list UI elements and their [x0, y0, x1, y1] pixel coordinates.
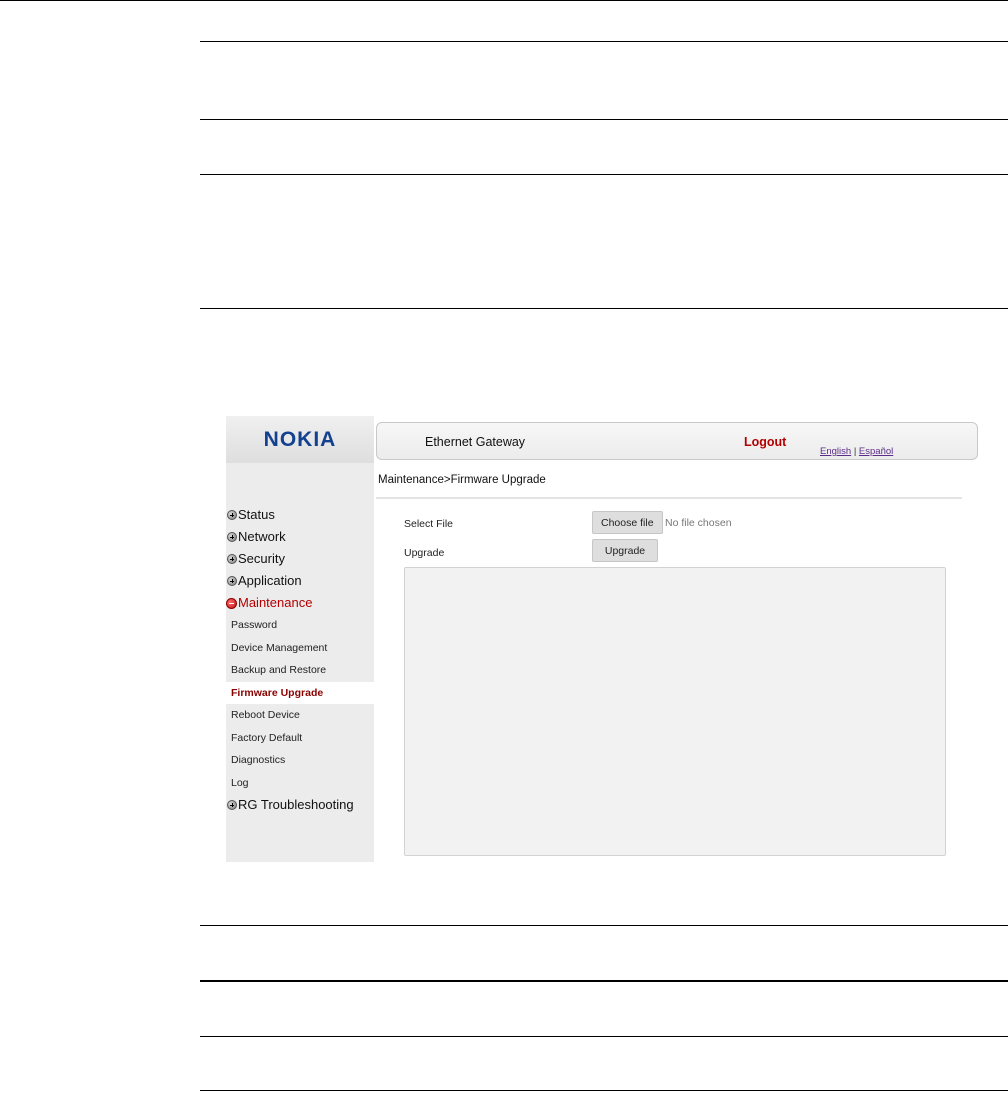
sidebar-nav: Status Network Security Application Main… [226, 504, 374, 816]
sidebar-item-security[interactable]: Security [226, 548, 374, 570]
sidebar-subitem-diagnostics[interactable]: Diagnostics [226, 749, 374, 772]
header-bar: Ethernet Gateway Logout English | Españo… [376, 422, 978, 460]
sidebar-item-label: Network [238, 529, 286, 544]
doc-rule [200, 1036, 1008, 1037]
expand-plus-icon [227, 510, 237, 520]
sidebar-item-network[interactable]: Network [226, 526, 374, 548]
doc-rule [200, 41, 1008, 42]
sidebar-item-label: Application [238, 573, 302, 588]
upgrade-button[interactable]: Upgrade [592, 539, 658, 562]
doc-rule [200, 119, 1008, 120]
sidebar-item-maintenance[interactable]: Maintenance [226, 592, 374, 614]
expand-plus-icon [227, 532, 237, 542]
sidebar-item-label: Status [238, 507, 275, 522]
sidebar-item-application[interactable]: Application [226, 570, 374, 592]
lang-separator: | [853, 446, 857, 457]
sidebar-subitem-device-management[interactable]: Device Management [226, 637, 374, 660]
sidebar-subitem-log[interactable]: Log [226, 772, 374, 795]
sidebar-item-rg-troubleshooting[interactable]: RG Troubleshooting [226, 794, 374, 816]
language-switcher: English | Español [820, 446, 893, 457]
sidebar-item-status[interactable]: Status [226, 504, 374, 526]
doc-rule [200, 980, 1008, 982]
sidebar: NOKIA Status Network Security Applicatio… [226, 416, 374, 862]
upgrade-log-textarea[interactable] [404, 567, 946, 856]
breadcrumb-divider [376, 497, 962, 499]
no-file-chosen-text: No file chosen [665, 517, 732, 529]
collapse-minus-icon [226, 597, 237, 609]
expand-plus-icon [227, 800, 237, 810]
gateway-screenshot: NOKIA Status Network Security Applicatio… [226, 416, 982, 862]
lang-spanish-link[interactable]: Español [859, 446, 893, 457]
sidebar-item-label: RG Troubleshooting [238, 797, 354, 812]
top-page-rule [0, 0, 1008, 1]
sidebar-subitem-firmware-upgrade[interactable]: Firmware Upgrade [226, 681, 374, 704]
doc-rule [200, 308, 1008, 309]
select-file-label: Select File [404, 518, 454, 530]
expand-plus-icon [227, 576, 237, 586]
logo-box: NOKIA [226, 416, 374, 463]
header-title: Ethernet Gateway [425, 435, 526, 449]
nokia-logo: NOKIA [263, 427, 337, 451]
breadcrumb: Maintenance>Firmware Upgrade [378, 474, 546, 486]
choose-file-button[interactable]: Choose file [592, 511, 663, 534]
doc-rule [200, 925, 1008, 926]
sidebar-item-label: Security [238, 551, 285, 566]
upgrade-label: Upgrade [404, 547, 445, 559]
expand-plus-icon [227, 554, 237, 564]
logout-button[interactable]: Logout [744, 435, 786, 449]
sidebar-subitem-password[interactable]: Password [226, 614, 374, 637]
doc-rule [200, 1090, 1008, 1091]
sidebar-subitem-backup-and-restore[interactable]: Backup and Restore [226, 659, 374, 682]
sidebar-subitem-reboot-device[interactable]: Reboot Device [226, 704, 374, 727]
lang-english-link[interactable]: English [820, 446, 851, 457]
sidebar-subitem-factory-default[interactable]: Factory Default [226, 727, 374, 750]
doc-rule [200, 174, 1008, 175]
sidebar-item-label: Maintenance [238, 595, 313, 610]
